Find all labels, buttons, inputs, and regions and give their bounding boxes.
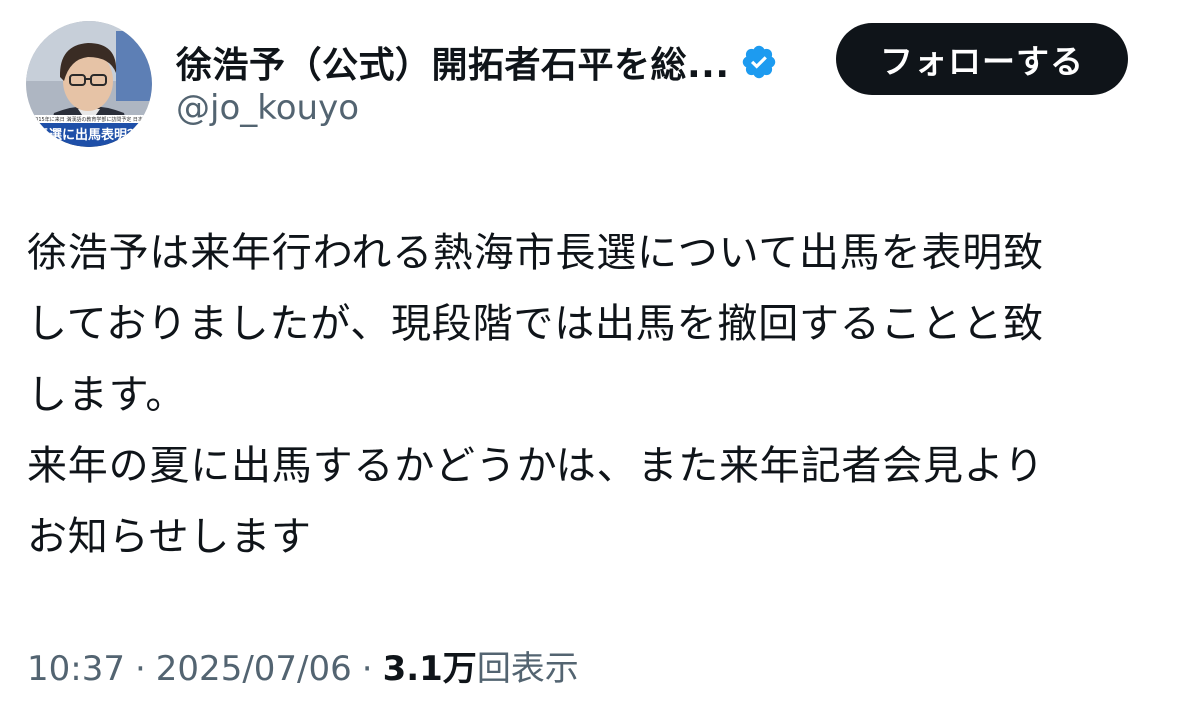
avatar-caption-banner: 長選に出馬表明？ <box>36 127 140 143</box>
tweet-card: 2015年に来日 満漢語の教育学部に訪問予定 日本の 長選に出馬表明？ 徐浩予（… <box>0 0 1179 709</box>
verified-badge-icon[interactable] <box>740 43 778 81</box>
author-name-row: 徐浩予（公式）開拓者石平を総... <box>176 36 778 88</box>
tweet-date[interactable]: 2025/07/06 <box>156 649 352 689</box>
avatar-image: 2015年に来日 満漢語の教育学部に訪問予定 日本の 長選に出馬表明？ <box>26 21 152 147</box>
tweet-text-line: します。 <box>27 372 187 418</box>
tweet-text-line: しておりましたが、現段階では出馬を撤回することと致 <box>27 301 1044 347</box>
meta-separator: · <box>361 649 373 689</box>
tweet-text: 徐浩予は来年行われる熱海市長選について出馬を表明致 しておりましたが、現段階では… <box>27 218 1157 573</box>
views-count[interactable]: 3.1万 <box>383 641 477 690</box>
follow-button[interactable]: フォローする <box>836 23 1128 95</box>
tweet-time[interactable]: 10:37 <box>27 649 125 689</box>
author-handle[interactable]: @jo_kouyo <box>176 88 359 128</box>
avatar[interactable]: 2015年に来日 満漢語の教育学部に訪問予定 日本の 長選に出馬表明？ <box>26 21 152 147</box>
tweet-text-line: 徐浩予は来年行われる熱海市長選について出馬を表明致 <box>27 230 1044 276</box>
tweet-text-line: お知らせします <box>27 514 312 560</box>
author-display-name[interactable]: 徐浩予（公式）開拓者石平を総... <box>176 36 730 88</box>
avatar-caption-small: 2015年に来日 満漢語の教育学部に訪問予定 日本の <box>32 116 148 123</box>
views-label[interactable]: 回表示 <box>477 641 579 690</box>
tweet-text-line: 来年の夏に出馬するかどうかは、また来年記者会見より <box>27 443 1045 489</box>
meta-separator: · <box>134 649 146 689</box>
tweet-meta: 10:37 · 2025/07/06 · 3.1万 回表示 <box>27 641 579 690</box>
